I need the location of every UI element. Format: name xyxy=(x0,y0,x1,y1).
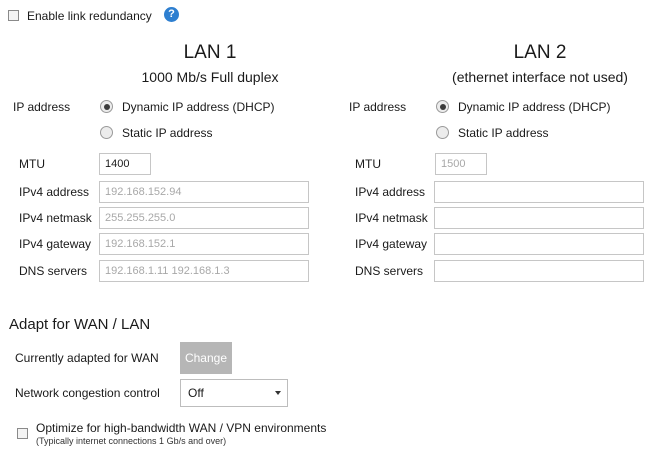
lan1-ip-address-label: IP address xyxy=(13,100,71,114)
network-congestion-select[interactable]: Off xyxy=(180,379,288,407)
network-congestion-label: Network congestion control xyxy=(15,386,160,400)
lan1-static-radio[interactable] xyxy=(100,126,113,139)
lan2-ipv4-netmask-label: IPv4 netmask xyxy=(355,211,428,225)
optimize-note: (Typically internet connections 1 Gb/s a… xyxy=(36,436,227,446)
chevron-down-icon xyxy=(275,391,281,395)
enable-link-redundancy-label: Enable link redundancy xyxy=(27,9,152,23)
lan2-ipv4-address-label: IPv4 address xyxy=(355,185,426,199)
question-circle-icon[interactable]: ? xyxy=(164,7,179,22)
lan2-mtu-input[interactable]: 1500 xyxy=(435,153,487,175)
lan2-dns-servers-label: DNS servers xyxy=(355,264,424,278)
lan1-subtitle: 1000 Mb/s Full duplex xyxy=(141,69,279,85)
lan2-dhcp-radio[interactable] xyxy=(436,100,449,113)
lan1-ipv4-netmask-input[interactable]: 255.255.255.0 xyxy=(99,207,309,229)
lan1-ipv4-gateway-input[interactable]: 192.168.152.1 xyxy=(99,233,309,255)
lan1-dhcp-radio[interactable] xyxy=(100,100,113,113)
lan1-ipv4-address-label: IPv4 address xyxy=(19,185,90,199)
adapt-section-title: Adapt for WAN / LAN xyxy=(9,316,151,333)
lan2-ipv4-gateway-label: IPv4 gateway xyxy=(355,237,428,251)
lan2-title: LAN 2 xyxy=(513,42,567,63)
lan1-mtu-label: MTU xyxy=(19,157,45,171)
lan1-title: LAN 1 xyxy=(183,42,237,63)
lan1-dns-servers-input[interactable]: 192.168.1.11 192.168.1.3 xyxy=(99,260,309,282)
lan1-static-label[interactable]: Static IP address xyxy=(122,126,213,140)
lan2-mtu-label: MTU xyxy=(355,157,381,171)
change-button[interactable]: Change xyxy=(180,342,232,374)
lan2-static-label[interactable]: Static IP address xyxy=(458,126,549,140)
lan1-dns-servers-label: DNS servers xyxy=(19,264,88,278)
lan2-ipv4-address-input[interactable] xyxy=(434,181,644,203)
lan1-dhcp-label[interactable]: Dynamic IP address (DHCP) xyxy=(122,100,274,114)
network-congestion-value: Off xyxy=(188,386,204,400)
optimize-high-bandwidth-label[interactable]: Optimize for high-bandwidth WAN / VPN en… xyxy=(36,421,326,435)
currently-adapted-label: Currently adapted for WAN xyxy=(15,351,159,365)
lan2-dns-servers-input[interactable] xyxy=(434,260,644,282)
lan1-ipv4-address-input[interactable]: 192.168.152.94 xyxy=(99,181,309,203)
lan2-ipv4-gateway-input[interactable] xyxy=(434,233,644,255)
lan1-ipv4-netmask-label: IPv4 netmask xyxy=(19,211,92,225)
lan2-ipv4-netmask-input[interactable] xyxy=(434,207,644,229)
lan1-ipv4-gateway-label: IPv4 gateway xyxy=(19,237,92,251)
lan2-dhcp-label[interactable]: Dynamic IP address (DHCP) xyxy=(458,100,610,114)
lan2-static-radio[interactable] xyxy=(436,126,449,139)
lan2-subtitle: (ethernet interface not used) xyxy=(452,69,628,85)
enable-link-redundancy-checkbox[interactable] xyxy=(8,10,19,21)
optimize-high-bandwidth-checkbox[interactable] xyxy=(17,428,28,439)
lan2-ip-address-label: IP address xyxy=(349,100,407,114)
lan1-mtu-input[interactable]: 1400 xyxy=(99,153,151,175)
